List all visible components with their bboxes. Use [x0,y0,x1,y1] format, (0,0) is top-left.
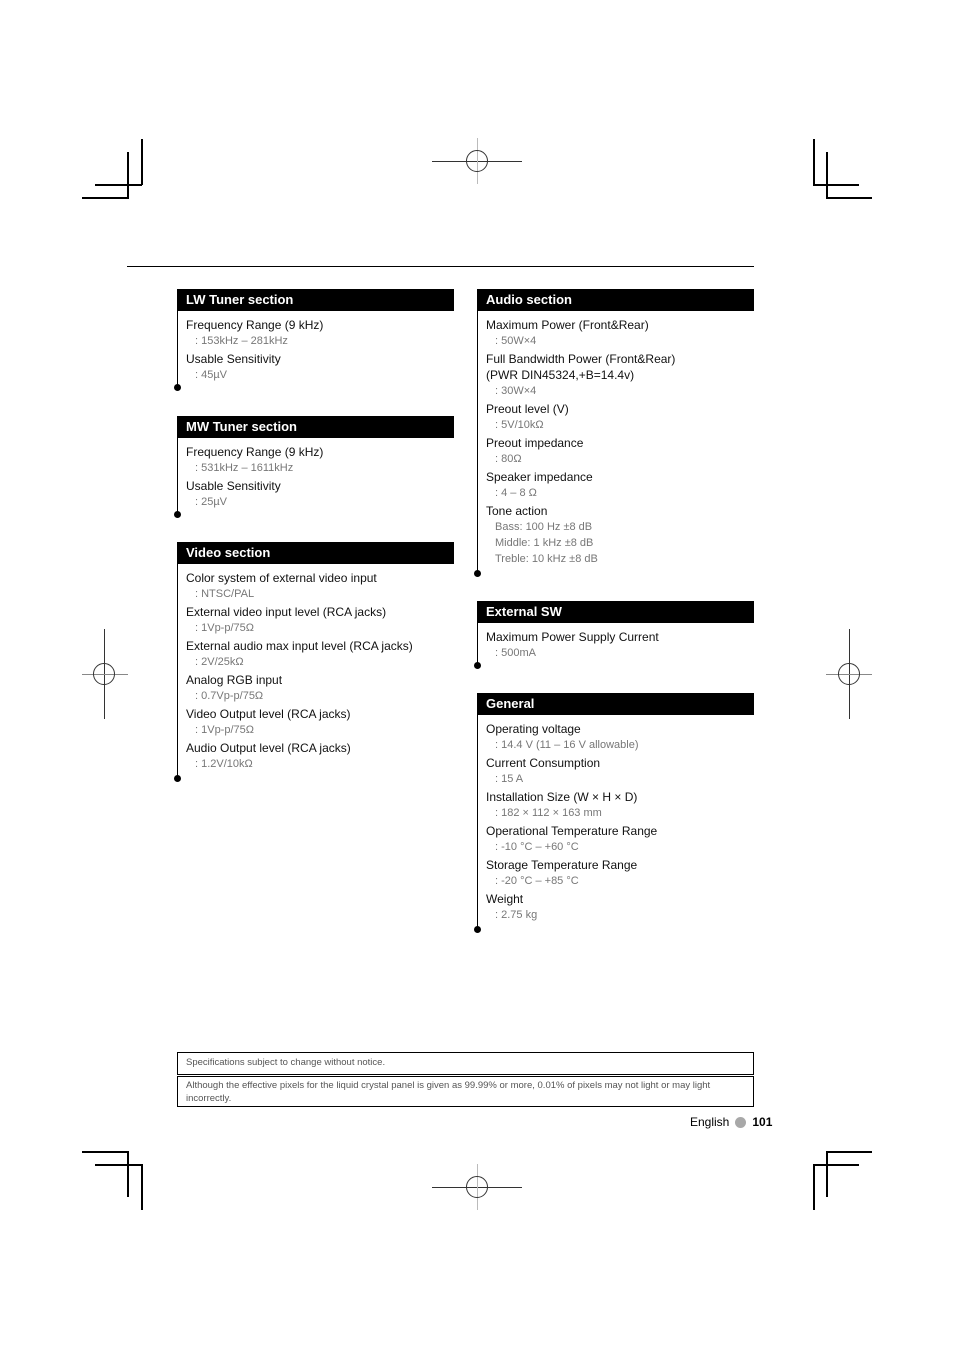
spec-item: External audio max input level (RCA jack… [186,639,413,668]
crop-mark [141,139,143,185]
notice-spec-change: Specifications subject to change without… [177,1052,754,1075]
section-video: Video section Color system of external v… [174,542,454,782]
section-title: LW Tuner section [177,289,454,311]
page-number: 101 [752,1115,773,1129]
crop-mark [95,1164,142,1166]
crop-mark [127,152,129,198]
spec-item: Storage Temperature Range : -20 °C – +85… [486,858,638,887]
crop-mark [826,197,872,199]
section-general: General Operating voltage : 14.4 V (11 –… [474,693,754,933]
spec-item: Installation Size (W × H × D) : 182 × 11… [486,790,638,819]
spec-item: Color system of external video input : N… [186,571,377,600]
spec-item: Full Bandwidth Power (Front&Rear) (PWR D… [486,352,676,397]
page-footer: English 101 [690,1115,772,1129]
crop-mark [813,1164,815,1210]
spec-item: Analog RGB input : 0.7Vp-p/75Ω [186,673,283,702]
spec-item: Weight : 2.75 kg [486,892,538,921]
crop-mark [813,184,859,186]
spec-item: Frequency Range (9 kHz) : 153kHz – 281kH… [186,318,324,347]
spec-item: Maximum Power Supply Current : 500mA [486,630,659,659]
crop-mark [141,1164,143,1210]
section-mw-tuner: MW Tuner section Frequency Range (9 kHz)… [174,416,454,518]
crop-mark [82,1151,129,1153]
crop-mark [82,197,129,199]
crop-mark [95,184,142,186]
spec-item: Preout impedance : 80Ω [486,436,584,465]
spec-item: External video input level (RCA jacks) :… [186,605,387,634]
notice-lcd-pixels: Although the effective pixels for the li… [177,1076,754,1107]
crop-mark [826,1151,872,1153]
section-title: General [477,693,754,715]
spec-item: Operational Temperature Range : -10 °C –… [486,824,658,853]
spec-item: Usable Sensitivity : 45µV [186,352,281,381]
spec-item: Frequency Range (9 kHz) : 531kHz – 1611k… [186,445,324,474]
section-lw-tuner: LW Tuner section Frequency Range (9 kHz)… [174,289,454,391]
top-rule [127,266,754,267]
spec-item: Current Consumption : 15 A [486,756,601,785]
section-title: MW Tuner section [177,416,454,438]
section-title: Audio section [477,289,754,311]
spec-item: Preout level (V) : 5V/10kΩ [486,402,569,431]
spec-item: Video Output level (RCA jacks) : 1Vp-p/7… [186,707,351,736]
crop-mark [813,139,815,185]
crop-mark [813,1164,859,1166]
crop-mark [826,152,828,198]
spec-item: Speaker impedance : 4 – 8 Ω [486,470,593,499]
spec-item: Usable Sensitivity : 25µV [186,479,281,508]
footer-language: English [690,1115,730,1129]
spec-item: Operating voltage : 14.4 V (11 – 16 V al… [486,722,639,751]
section-audio: Audio section Maximum Power (Front&Rear)… [474,289,754,577]
section-external-sw: External SW Maximum Power Supply Current… [474,601,754,669]
spec-item: Audio Output level (RCA jacks) : 1.2V/10… [186,741,351,770]
spec-item: Maximum Power (Front&Rear) : 50W×4 [486,318,649,347]
spec-item: Tone action Bass: 100 Hz ±8 dB Middle: 1… [486,504,598,565]
crop-mark [826,1151,828,1197]
section-title: External SW [477,601,754,623]
section-title: Video section [177,542,454,564]
crop-mark [127,1151,129,1197]
bullet-icon [735,1116,747,1128]
